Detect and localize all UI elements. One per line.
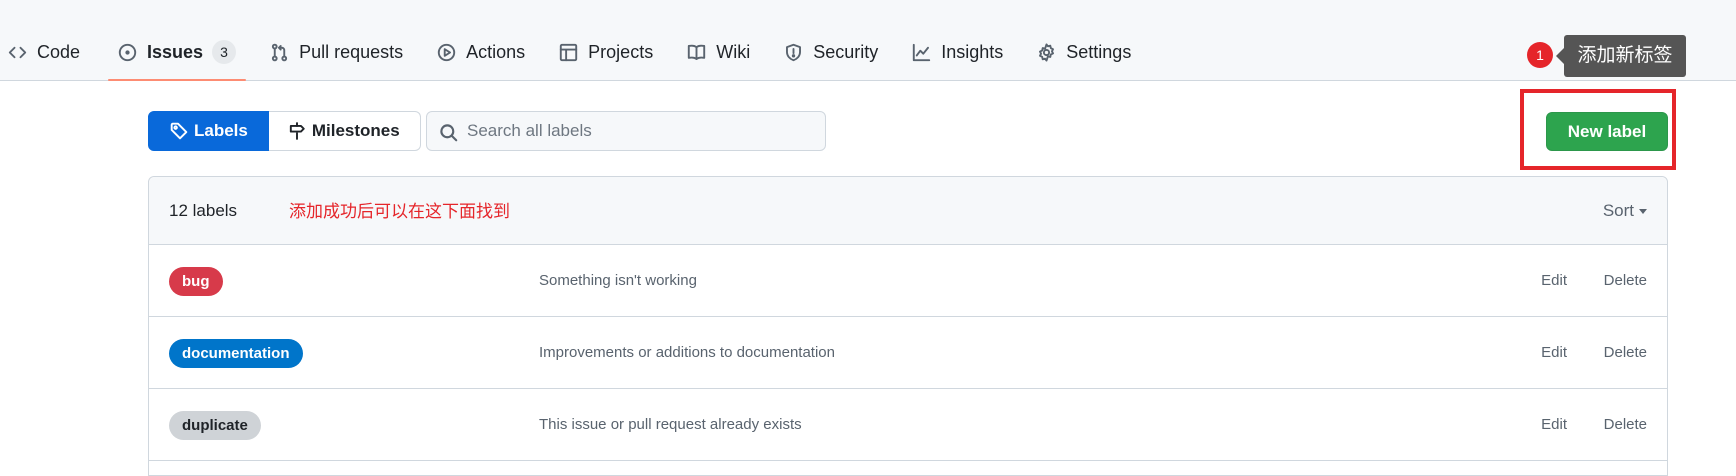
label-pill-documentation[interactable]: documentation (169, 339, 303, 368)
graph-icon (913, 43, 931, 61)
search-icon (440, 124, 458, 142)
issue-opened-icon (118, 43, 137, 61)
step-number-badge: 1 (1527, 42, 1553, 68)
label-pill-duplicate[interactable]: duplicate (169, 411, 261, 440)
label-count: 12 labels (169, 201, 238, 220)
tab-pull-requests-label: Pull requests (299, 41, 404, 62)
tab-code-label: Code (37, 41, 81, 62)
play-icon (437, 43, 456, 61)
delete-label-button[interactable]: Delete (1604, 416, 1647, 433)
caret-down-icon (1639, 209, 1647, 215)
tab-security[interactable]: Security (774, 34, 888, 70)
tab-actions[interactable]: Actions (427, 34, 535, 70)
tab-security-label: Security (813, 41, 879, 62)
tab-issues-label: Issues (147, 41, 204, 62)
label-description: Something isn't working (539, 272, 697, 289)
tab-code[interactable]: Code (0, 34, 90, 70)
tab-issues[interactable]: Issues 3 (108, 34, 247, 81)
repo-navigation: Code Issues 3 Pull requests Actions Proj… (0, 0, 1736, 81)
tab-projects-label: Projects (588, 41, 654, 62)
label-row: documentation Improvements or additions … (149, 317, 1667, 389)
tab-projects[interactable]: Projects (549, 34, 663, 70)
milestones-tab[interactable]: Milestones (268, 111, 421, 151)
repo-nav-list: Code Issues 3 Pull requests Actions Proj… (0, 34, 1155, 81)
sort-dropdown[interactable]: Sort (1603, 201, 1647, 221)
milestones-tab-label: Milestones (311, 121, 400, 140)
edit-label-button[interactable]: Edit (1541, 272, 1567, 289)
tab-insights[interactable]: Insights (902, 34, 1013, 70)
tab-settings[interactable]: Settings (1027, 34, 1141, 70)
label-description: Improvements or additions to documentati… (539, 344, 835, 361)
sort-label: Sort (1602, 201, 1634, 220)
tag-icon (170, 122, 188, 140)
tab-wiki[interactable]: Wiki (677, 34, 760, 70)
annotation-highlight-box (1520, 89, 1676, 170)
gear-icon (1039, 42, 1055, 62)
label-row: duplicate This issue or pull request alr… (149, 389, 1667, 461)
label-pill-bug[interactable]: bug (169, 267, 223, 296)
search-input[interactable] (467, 112, 817, 150)
git-pull-request-icon (271, 43, 288, 61)
labels-list-header: 12 labels 添加成功后可以在这下面找到 Sort (149, 177, 1667, 245)
table-icon (560, 43, 578, 61)
delete-label-button[interactable]: Delete (1604, 344, 1647, 361)
delete-label-button[interactable]: Delete (1604, 272, 1647, 289)
edit-label-button[interactable]: Edit (1541, 416, 1567, 433)
book-icon (688, 44, 706, 60)
issues-counter: 3 (212, 40, 237, 64)
labels-milestones-subnav: Labels Milestones (148, 111, 421, 151)
tab-settings-label: Settings (1066, 41, 1132, 62)
annotation-note: 添加成功后可以在这下面找到 (289, 202, 510, 221)
label-description: This issue or pull request already exist… (539, 416, 802, 433)
labels-list-box: 12 labels 添加成功后可以在这下面找到 Sort bug Somethi… (148, 176, 1668, 476)
labels-tab-label: Labels (194, 121, 248, 140)
tab-actions-label: Actions (466, 41, 526, 62)
tab-insights-label: Insights (941, 41, 1004, 62)
shield-icon (786, 43, 802, 61)
edit-label-button[interactable]: Edit (1541, 344, 1567, 361)
code-icon (8, 46, 27, 58)
annotation-tooltip: 添加新标签 (1556, 35, 1686, 77)
label-row: bug Something isn't working Edit Delete (149, 245, 1667, 317)
search-labels-field[interactable] (426, 111, 826, 151)
tab-pull-requests[interactable]: Pull requests (260, 34, 413, 70)
tab-wiki-label: Wiki (716, 41, 751, 62)
labels-tab[interactable]: Labels (148, 111, 269, 151)
milestone-icon (289, 122, 305, 140)
